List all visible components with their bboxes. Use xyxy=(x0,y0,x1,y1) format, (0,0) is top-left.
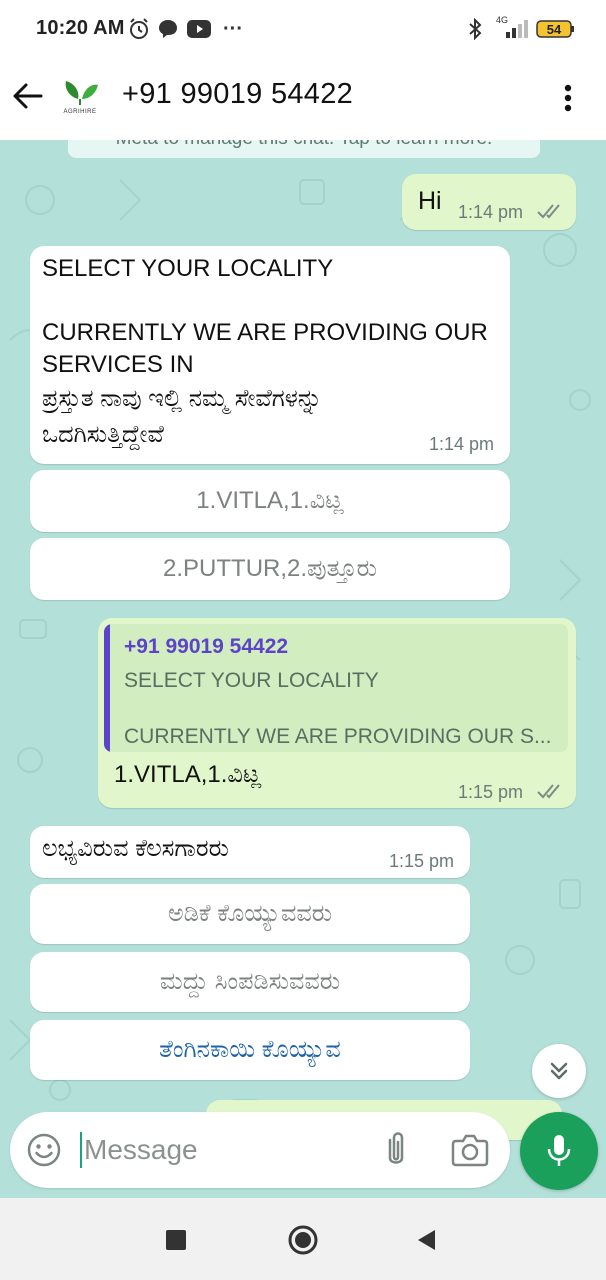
reply-button-areca-harvesters[interactable]: ಅಡಿಕೆ ಕೊಯ್ಯುವವರು xyxy=(30,884,470,944)
message-composer xyxy=(10,1112,510,1188)
reply-button-sprayers[interactable]: ಮದ್ದು ಸಿಂಪಡಿಸುವವರು xyxy=(30,952,470,1012)
outgoing-reply-message[interactable]: +91 99019 54422 SELECT YOUR LOCALITY CUR… xyxy=(98,618,576,808)
incoming-message[interactable]: SELECT YOUR LOCALITY CURRENTLY WE ARE PR… xyxy=(30,246,510,464)
mic-button[interactable] xyxy=(520,1112,598,1190)
message-text: 1.VITLA,1.ವಿಟ್ಲ xyxy=(114,761,262,788)
attach-icon[interactable] xyxy=(380,1130,412,1170)
read-ticks-icon xyxy=(537,784,560,799)
more-vert-icon[interactable] xyxy=(552,78,584,118)
quote-line: CURRENTLY WE ARE PROVIDING OUR S... xyxy=(124,725,552,748)
message-line: ಒದಗಿಸುತ್ತಿದ್ದೇವೆ xyxy=(42,421,164,448)
status-time: 10:20 AM xyxy=(36,17,125,39)
more-notifications-icon: ··· xyxy=(223,17,243,40)
system-notice[interactable]: Meta to manage this chat. Tap to learn m… xyxy=(68,140,540,158)
reply-button-vitla[interactable]: 1.VITLA,1.ವಿಟ್ಲ xyxy=(30,470,510,532)
reply-button-puttur[interactable]: 2.PUTTUR,2.ಪುತ್ತೂರು xyxy=(30,538,510,600)
message-text: Hi xyxy=(418,187,442,215)
message-time: 1:15 pm xyxy=(389,851,455,871)
message-time: 1:14 pm xyxy=(458,202,524,222)
avatar-label: AGRIHIRE xyxy=(63,109,97,115)
message-line: ಪ್ರಸ್ತುತ ನಾವು ಇಲ್ಲಿ ನಮ್ಮ ಸೇವೆಗಳನ್ನು xyxy=(42,385,323,412)
chat-header: AGRIHIRE +91 99019 54422 xyxy=(0,60,606,140)
message-line: SERVICES IN xyxy=(42,351,194,378)
mic-icon xyxy=(547,1135,571,1166)
messenger-icon xyxy=(156,17,180,41)
back-icon[interactable] xyxy=(408,1222,444,1258)
status-bar: 10:20 AM ··· 4G 54 xyxy=(0,0,606,60)
reply-button-coconut-harvesters[interactable]: ತೆಂಗಿನಕಾಯಿ ಕೊಯ್ಯುವ xyxy=(30,1020,470,1080)
message-time: 1:15 pm xyxy=(458,782,524,802)
incoming-message[interactable]: ಲಭ್ಯವಿರುವ ಕೆಲಸಗಾರರು 1:15 pm xyxy=(30,826,470,878)
bluetooth-icon xyxy=(466,17,484,41)
read-ticks-icon xyxy=(537,204,560,219)
system-nav-bar xyxy=(0,1198,606,1280)
home-icon[interactable] xyxy=(285,1222,321,1258)
recents-icon[interactable] xyxy=(158,1222,194,1258)
battery-icon: 54 xyxy=(536,17,576,41)
scroll-down-icon[interactable] xyxy=(532,1044,586,1098)
outgoing-message[interactable]: Hi 1:14 pm xyxy=(402,174,576,230)
message-line: CURRENTLY WE ARE PROVIDING OUR xyxy=(42,319,488,346)
back-arrow-icon[interactable] xyxy=(10,78,46,114)
text-cursor xyxy=(80,1132,82,1168)
camera-icon[interactable] xyxy=(450,1132,490,1168)
chat-area[interactable]: Meta to manage this chat. Tap to learn m… xyxy=(0,140,606,1198)
emoji-icon[interactable] xyxy=(26,1132,62,1168)
alarm-icon xyxy=(127,17,151,41)
message-line: SELECT YOUR LOCALITY xyxy=(42,255,334,282)
quoted-message[interactable]: +91 99019 54422 SELECT YOUR LOCALITY CUR… xyxy=(104,624,568,752)
youtube-icon xyxy=(186,17,212,41)
quote-bar xyxy=(104,624,110,752)
contact-name[interactable]: +91 99019 54422 xyxy=(122,78,353,111)
message-text: ಲಭ್ಯವಿರುವ ಕೆಲಸಗಾರರು xyxy=(42,835,229,862)
quote-line: SELECT YOUR LOCALITY xyxy=(124,669,379,692)
quote-author: +91 99019 54422 xyxy=(124,635,289,658)
avatar[interactable]: AGRIHIRE xyxy=(56,75,104,123)
network-type: 4G xyxy=(496,15,509,25)
message-time: 1:14 pm xyxy=(429,434,495,454)
battery-level: 54 xyxy=(546,21,562,37)
message-input[interactable] xyxy=(84,1128,364,1172)
